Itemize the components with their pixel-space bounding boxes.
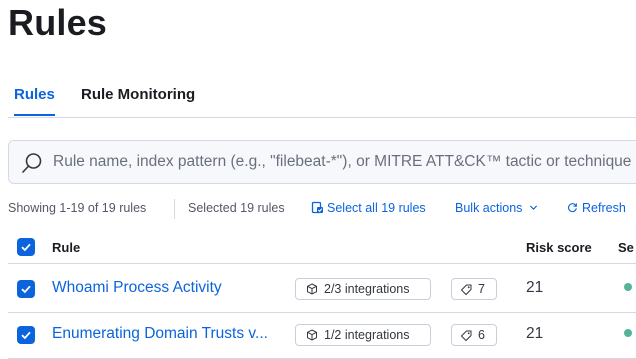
utility-bar: Showing 1-19 of 19 rules Selected 19 rul…: [8, 199, 636, 219]
column-header-rule[interactable]: Rule: [52, 240, 80, 255]
table-header: Rule Risk score Se: [8, 233, 636, 264]
tags-count: 7: [478, 282, 485, 296]
chevron-down-icon: [529, 205, 537, 210]
column-header-severity[interactable]: Se: [618, 240, 634, 255]
severity-dot: [624, 283, 632, 291]
package-icon: [307, 329, 317, 341]
tags-count: 6: [478, 328, 485, 342]
table-row: Enumerating Domain Trusts v... 1/2 integ…: [8, 312, 636, 359]
integrations-label: 2/3 integrations: [324, 282, 410, 296]
package-icon: [307, 283, 317, 295]
check-icon: [21, 285, 31, 294]
divider: [174, 199, 175, 219]
rule-name-link[interactable]: Whoami Process Activity: [52, 279, 222, 297]
select-all-button[interactable]: Select all 19 rules: [311, 201, 426, 215]
tab-rule-monitoring[interactable]: Rule Monitoring: [81, 86, 195, 103]
search-icon: [22, 153, 42, 173]
row-checkbox[interactable]: [17, 326, 35, 344]
rule-name-link[interactable]: Enumerating Domain Trusts v...: [52, 325, 268, 343]
search-input[interactable]: [53, 141, 636, 183]
select-all-checkbox[interactable]: [17, 238, 35, 256]
integrations-badge[interactable]: 2/3 integrations: [295, 278, 431, 300]
bulk-actions-button[interactable]: Bulk actions: [455, 201, 538, 215]
showing-count: Showing 1-19 of 19 rules: [8, 201, 147, 215]
column-header-risk-score[interactable]: Risk score: [526, 240, 592, 255]
tags-badge[interactable]: 6: [451, 324, 497, 346]
bulk-actions-label: Bulk actions: [455, 201, 523, 215]
tags-badge[interactable]: 7: [451, 278, 497, 300]
selected-count: Selected 19 rules: [188, 201, 285, 215]
refresh-icon: [568, 203, 577, 213]
refresh-button[interactable]: Refresh: [567, 201, 626, 215]
tab-rules[interactable]: Rules: [14, 86, 55, 116]
check-icon: [21, 243, 31, 252]
check-icon: [21, 331, 31, 340]
integrations-label: 1/2 integrations: [324, 328, 410, 342]
row-checkbox[interactable]: [17, 280, 35, 298]
risk-score: 21: [526, 325, 544, 342]
select-all-label: Select all 19 rules: [327, 201, 426, 215]
tag-icon: [460, 284, 472, 295]
tab-bar: Rules Rule Monitoring: [8, 85, 636, 118]
tag-icon: [460, 330, 472, 341]
table-row: Whoami Process Activity 2/3 integrations…: [8, 266, 636, 313]
select-all-icon: [311, 201, 323, 214]
risk-score: 21: [526, 279, 544, 296]
severity-dot: [624, 329, 632, 337]
page-title: Rules: [8, 2, 108, 43]
refresh-label: Refresh: [582, 201, 626, 215]
integrations-badge[interactable]: 1/2 integrations: [295, 324, 431, 346]
search-bar: [8, 140, 636, 184]
